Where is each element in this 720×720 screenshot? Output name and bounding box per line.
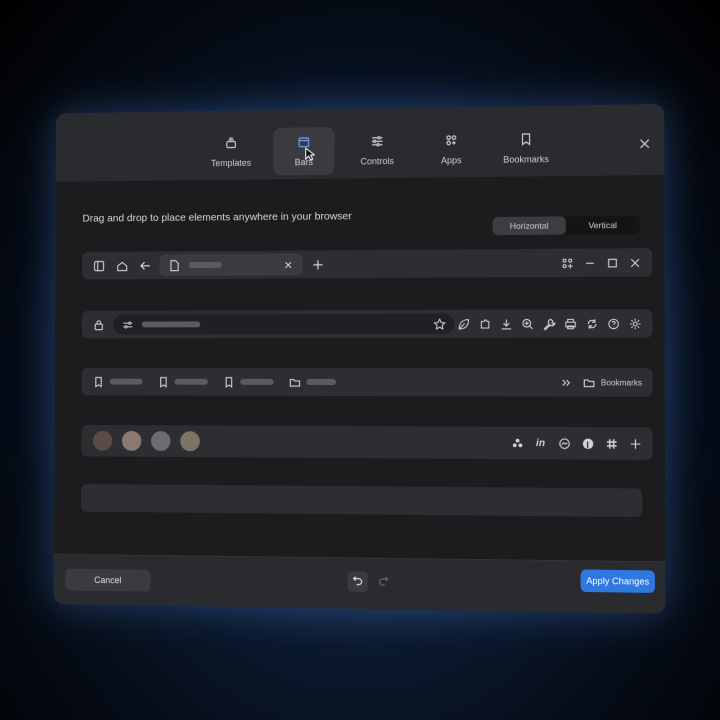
sliders-icon <box>370 134 384 150</box>
tab-apps[interactable]: Apps <box>420 125 482 174</box>
undo-icon <box>352 575 364 589</box>
apps-icon <box>444 133 458 149</box>
bookmark-title-placeholder <box>174 378 208 385</box>
bookmark-folder-item[interactable] <box>287 375 337 389</box>
community-icon[interactable] <box>510 436 524 450</box>
bookmark-item[interactable] <box>156 375 208 389</box>
folder-icon <box>582 375 596 389</box>
tab-bookmarks[interactable]: Bookmarks <box>495 124 558 173</box>
orientation-toggle: Horizontal Vertical <box>492 215 640 236</box>
close-tab-icon[interactable] <box>281 258 295 272</box>
print-icon[interactable] <box>563 316 577 330</box>
apps-bar-preview[interactable]: in <box>81 424 653 460</box>
tab-label: Templates <box>210 157 252 169</box>
tab-label: Controls <box>360 156 394 167</box>
lock-icon <box>92 318 106 332</box>
bookmark-icon <box>156 375 170 389</box>
avatar[interactable] <box>149 429 173 454</box>
new-tab-plus-icon[interactable] <box>310 257 324 271</box>
bookmark-icon <box>91 375 105 389</box>
slack-icon[interactable] <box>604 436 618 450</box>
close-icon[interactable] <box>637 137 651 151</box>
dialog-header: Templates Bars Controls Apps Bookmarks <box>55 103 665 183</box>
tab-templates[interactable]: Templates <box>201 128 262 176</box>
tab-bar-preview[interactable] <box>82 248 653 280</box>
bookmarks-bar-preview[interactable]: Bookmarks <box>81 367 653 397</box>
apply-changes-button[interactable]: Apply Changes <box>580 569 655 593</box>
redo-button[interactable] <box>374 572 394 592</box>
add-app-plus-icon[interactable] <box>628 436 642 450</box>
bookmark-title-placeholder <box>240 378 274 385</box>
maximize-icon[interactable] <box>605 255 619 269</box>
tab-label: Bookmarks <box>503 154 549 165</box>
linkedin-icon[interactable]: in <box>533 436 547 450</box>
url-field[interactable] <box>112 313 455 335</box>
empty-bar-drop-zone[interactable] <box>81 484 643 518</box>
extension-icon[interactable] <box>477 317 491 331</box>
leaf-icon[interactable] <box>456 317 470 331</box>
avatar[interactable] <box>178 429 202 454</box>
bookmark-icon <box>519 132 533 148</box>
folder-title-placeholder <box>306 378 337 385</box>
bookmark-item[interactable] <box>91 375 143 389</box>
customize-dialog: Templates Bars Controls Apps Bookmarks D… <box>53 103 666 614</box>
bookmark-title-placeholder <box>109 378 143 385</box>
redo-icon <box>378 575 390 589</box>
sync-icon[interactable] <box>584 316 598 330</box>
tab-bar: Templates Bars Controls Apps Bookmarks <box>201 124 558 176</box>
undo-button[interactable] <box>347 571 368 592</box>
instructions-text: Drag and drop to place elements anywhere… <box>82 210 352 225</box>
bookmarks-folder[interactable]: Bookmarks <box>582 375 642 389</box>
chevron-double-right-icon[interactable] <box>560 375 574 389</box>
dialog-footer: Cancel Apply Changes <box>53 553 666 614</box>
pinterest-icon[interactable] <box>580 436 594 450</box>
tab-controls[interactable]: Controls <box>346 126 408 175</box>
messenger-icon[interactable] <box>557 436 571 450</box>
download-icon[interactable] <box>499 317 513 331</box>
vertical-option[interactable]: Vertical <box>566 216 640 235</box>
back-arrow-icon[interactable] <box>138 258 152 272</box>
horizontal-option[interactable]: Horizontal <box>492 216 566 236</box>
url-placeholder <box>141 321 201 328</box>
bookmarks-folder-label: Bookmarks <box>600 377 643 388</box>
bookmark-item[interactable] <box>222 375 274 389</box>
site-settings-icon[interactable] <box>120 318 134 332</box>
address-bar-preview[interactable] <box>81 309 653 339</box>
cancel-button[interactable]: Cancel <box>65 568 151 592</box>
add-app-icon[interactable] <box>560 256 574 270</box>
avatar[interactable] <box>119 429 144 453</box>
browser-tab[interactable] <box>159 253 303 277</box>
home-icon[interactable] <box>115 259 129 273</box>
gear-icon[interactable] <box>627 316 641 330</box>
bars-editor: Drag and drop to place elements anywhere… <box>53 174 666 563</box>
avatar[interactable] <box>90 428 115 453</box>
tab-title-placeholder <box>188 261 222 269</box>
folder-icon <box>287 375 301 389</box>
layers-icon <box>224 136 238 152</box>
help-icon[interactable] <box>606 316 620 330</box>
page-icon <box>167 258 181 272</box>
sidebar-icon[interactable] <box>92 259 106 273</box>
window-close-icon[interactable] <box>627 255 641 269</box>
bookmark-icon <box>222 375 236 389</box>
mouse-cursor-icon <box>305 147 315 161</box>
star-icon[interactable] <box>432 317 446 331</box>
zoom-icon[interactable] <box>520 317 534 331</box>
tab-label: Apps <box>440 155 462 166</box>
wrench-icon[interactable] <box>541 317 555 331</box>
minimize-icon[interactable] <box>582 256 596 270</box>
